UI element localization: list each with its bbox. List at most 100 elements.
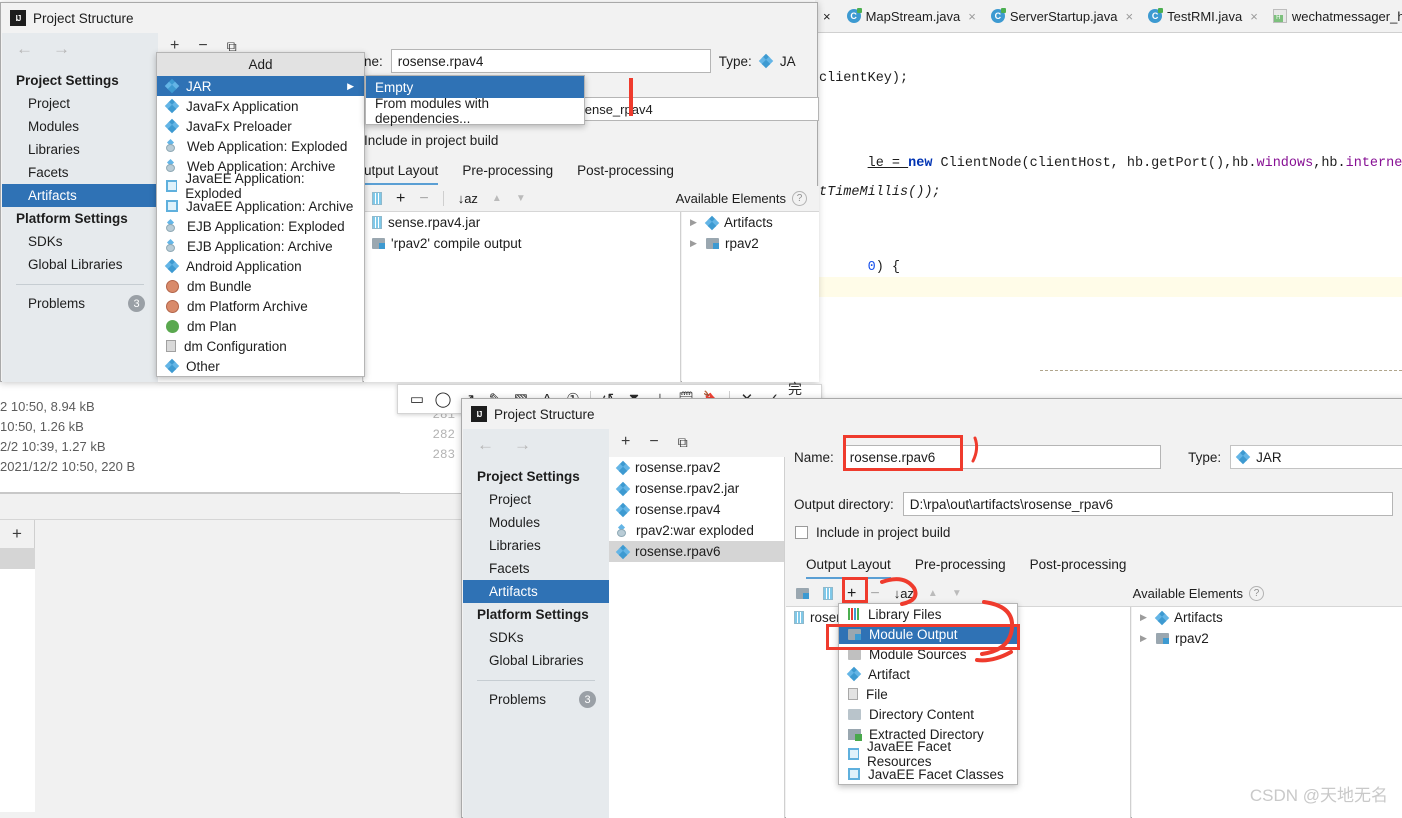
editor-tab-wechatmessager[interactable]: wechatmessager_he <box>1265 0 1402 33</box>
tree-row[interactable]: sense.rpav4.jar <box>364 212 680 233</box>
sidebar-item-global-libraries[interactable]: Global Libraries <box>2 253 158 276</box>
code-editor[interactable]: clientKey); le = new ClientNode(clientHo… <box>815 33 1402 288</box>
tree-row[interactable]: ▶ Artifacts <box>1132 607 1402 628</box>
editor-tab-mapstream[interactable]: C MapStream.java × <box>839 0 983 33</box>
project-structure-dialog-top[interactable]: IJ Project Structure ← → Project Setting… <box>0 2 819 382</box>
tab-pre-processing[interactable]: Pre-processing <box>462 163 553 185</box>
submenu-item-from-modules[interactable]: From modules with dependencies... <box>366 96 584 126</box>
type-select[interactable]: JAR <box>1230 445 1402 469</box>
sidebar-item-sdks[interactable]: SDKs <box>2 230 158 253</box>
list-item-selected[interactable]: rosense.rpav6 <box>609 541 784 562</box>
back-arrow-icon[interactable]: ← <box>16 39 33 59</box>
rect-tool-icon[interactable]: ▭ <box>404 384 430 414</box>
expander-icon[interactable]: ▶ <box>690 217 700 228</box>
expander-icon[interactable]: ▶ <box>690 238 700 249</box>
artifacts-list-panel-bottom[interactable]: rosense.rpav2 rosense.rpav2.jar rosense.… <box>609 457 785 818</box>
menu-item-javafx-application[interactable]: JavaFx Application <box>157 96 364 116</box>
sidebar-item-libraries[interactable]: Libraries <box>2 138 158 161</box>
sidebar-item-sdks[interactable]: SDKs <box>463 626 609 649</box>
sidebar-item-modules[interactable]: Modules <box>2 115 158 138</box>
tab-output-layout[interactable]: utput Layout <box>364 163 439 185</box>
sidebar-item-project[interactable]: Project <box>463 488 609 511</box>
move-down-button[interactable]: ▼ <box>516 193 526 204</box>
submenu-item-empty[interactable]: Empty <box>366 76 584 98</box>
list-item[interactable]: rosense.rpav2 <box>609 457 784 478</box>
add-element-button[interactable]: + <box>396 190 405 208</box>
menu-item-other[interactable]: Other <box>157 356 364 376</box>
output-layout-tree-top[interactable]: sense.rpav4.jar 'rpav2' compile output <box>364 212 681 382</box>
selected-row[interactable] <box>0 548 35 569</box>
available-elements-tree-top[interactable]: ▶ Artifacts ▶ rpav2 <box>682 212 819 382</box>
tab-post-processing[interactable]: Post-processing <box>577 163 674 185</box>
sidebar-item-facets[interactable]: Facets <box>463 557 609 580</box>
add-element-button[interactable]: + <box>847 585 856 603</box>
menu-item-dm-bundle[interactable]: dm Bundle <box>157 276 364 296</box>
remove-element-button[interactable]: − <box>870 585 879 603</box>
close-icon[interactable]: × <box>1250 9 1258 24</box>
add-artifact-button[interactable]: + <box>621 433 630 451</box>
expander-icon[interactable]: ▶ <box>1140 612 1150 623</box>
sidebar-item-artifacts[interactable]: Artifacts <box>463 580 609 603</box>
menu-item-android-application[interactable]: Android Application <box>157 256 364 276</box>
sidebar-item-problems[interactable]: Problems 3 <box>2 291 158 316</box>
include-in-build-checkbox[interactable] <box>795 526 808 539</box>
list-item[interactable]: rosense.rpav4 <box>609 499 784 520</box>
menu-item-directory-content[interactable]: Directory Content <box>839 704 1017 724</box>
menu-item-web-application-exploded[interactable]: Web Application: Exploded <box>157 136 364 156</box>
list-item[interactable]: rpav2:war exploded <box>609 520 784 541</box>
sidebar-item-global-libraries[interactable]: Global Libraries <box>463 649 609 672</box>
name-input[interactable]: rosense.rpav4 <box>390 49 711 73</box>
menu-item-javaee-application-archive[interactable]: JavaEE Application: Archive <box>157 196 364 216</box>
menu-item-file[interactable]: File <box>839 684 1017 704</box>
tree-row[interactable]: ▶ rpav2 <box>1132 628 1402 649</box>
tree-row[interactable]: ▶ rpav2 <box>682 233 819 254</box>
sidebar-item-artifacts[interactable]: Artifacts <box>2 184 158 207</box>
sidebar-item-facets[interactable]: Facets <box>2 161 158 184</box>
back-arrow-icon[interactable]: ← <box>477 435 494 455</box>
menu-item-javafx-preloader[interactable]: JavaFx Preloader <box>157 116 364 136</box>
folder-add-icon[interactable] <box>796 588 809 599</box>
jar-icon[interactable] <box>823 587 833 600</box>
jar-icon[interactable] <box>372 192 382 205</box>
tree-row[interactable]: ▶ Artifacts <box>682 212 819 233</box>
ellipse-tool-icon[interactable]: ◯ <box>430 384 456 414</box>
forward-arrow-icon[interactable]: → <box>53 39 70 59</box>
include-in-build-row-top[interactable]: Include in project build <box>364 133 498 148</box>
output-directory-input[interactable]: D:\rpa\out\artifacts\rosense_rpav6 <box>902 492 1393 516</box>
include-in-build-row-bottom[interactable]: Include in project build <box>795 525 950 540</box>
add-artifact-menu[interactable]: Add JAR ▶ JavaFx Application JavaFx Prel… <box>156 52 365 377</box>
remove-artifact-button[interactable]: − <box>649 433 658 451</box>
editor-tab-testrmi[interactable]: C TestRMI.java × <box>1140 0 1265 33</box>
add-button[interactable]: + <box>0 520 35 548</box>
expander-icon[interactable]: ▶ <box>1140 633 1150 644</box>
menu-item-ejb-application-exploded[interactable]: EJB Application: Exploded <box>157 216 364 236</box>
help-icon[interactable]: ? <box>1249 586 1264 601</box>
copy-artifact-button[interactable]: ⧉ <box>678 434 688 451</box>
menu-item-jar[interactable]: JAR ▶ <box>157 76 364 96</box>
menu-item-dm-platform-archive[interactable]: dm Platform Archive <box>157 296 364 316</box>
sidebar-item-project[interactable]: Project <box>2 92 158 115</box>
menu-item-javaee-facet-classes[interactable]: JavaEE Facet Classes <box>839 764 1017 784</box>
move-down-button[interactable]: ▼ <box>952 588 962 599</box>
remove-element-button[interactable]: − <box>419 190 428 208</box>
menu-item-ejb-application-archive[interactable]: EJB Application: Archive <box>157 236 364 256</box>
sidebar-item-problems[interactable]: Problems 3 <box>463 687 609 712</box>
close-icon[interactable]: × <box>968 9 976 24</box>
menu-item-dm-plan[interactable]: dm Plan <box>157 316 364 336</box>
list-item[interactable]: rosense.rpav2.jar <box>609 478 784 499</box>
tab-close-icon-leading[interactable]: × <box>815 9 839 24</box>
tree-row[interactable]: 'rpav2' compile output <box>364 233 680 254</box>
menu-item-javaee-application-exploded[interactable]: JavaEE Application: Exploded <box>157 171 364 201</box>
jar-submenu[interactable]: Empty From modules with dependencies... <box>365 75 585 126</box>
tab-post-processing[interactable]: Post-processing <box>1030 557 1127 579</box>
sidebar-item-modules[interactable]: Modules <box>463 511 609 534</box>
menu-item-artifact[interactable]: Artifact <box>839 664 1017 684</box>
menu-item-javaee-facet-resources[interactable]: JavaEE Facet Resources <box>839 739 1017 769</box>
sort-button[interactable]: ↓az <box>458 191 478 206</box>
menu-item-dm-configuration[interactable]: dm Configuration <box>157 336 364 356</box>
move-up-button[interactable]: ▲ <box>492 193 502 204</box>
help-icon[interactable]: ? <box>792 191 807 206</box>
name-input[interactable]: rosense.rpav6 <box>842 445 1162 469</box>
sidebar-item-libraries[interactable]: Libraries <box>463 534 609 557</box>
close-icon[interactable]: × <box>1126 9 1134 24</box>
